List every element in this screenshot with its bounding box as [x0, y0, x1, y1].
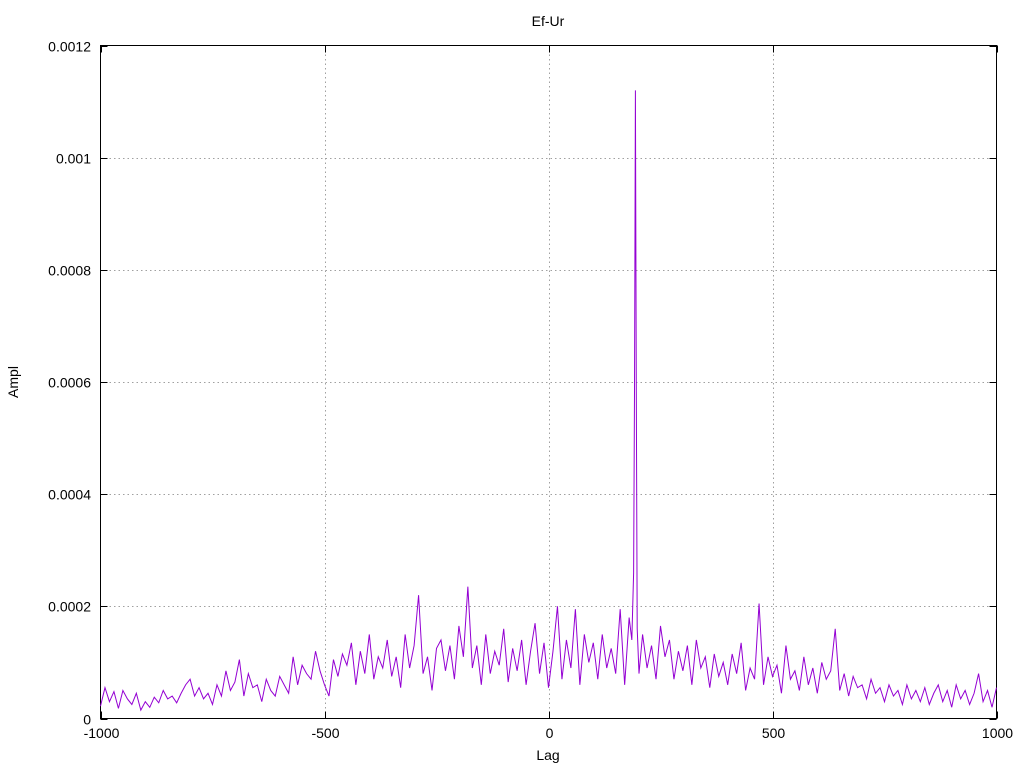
y-tick-label: 0.001	[56, 151, 91, 167]
grid-lines	[100, 45, 997, 719]
x-tick-labels: -1000 -500 0 500 1000	[84, 725, 1014, 741]
x-tick-label: -500	[311, 725, 339, 741]
y-tick-label: 0.0002	[48, 599, 91, 615]
chart: -1000 -500 0 500 1000 00.00020.00040.00060.0…	[5, 13, 1014, 763]
y-tick-label: 0.0004	[48, 487, 91, 503]
y-tick-label: 0.0006	[48, 375, 91, 391]
y-tick-label: 0	[83, 712, 91, 728]
y-tick-label: 0.0008	[48, 263, 91, 279]
y-tick-label: 0.0012	[48, 39, 91, 55]
series-line	[100, 90, 997, 712]
y-axis-label: Ampl	[5, 366, 21, 398]
y-tick-labels: 0 0.0002 0.0004 0.0006 0.0008 0.001 0.0012	[48, 39, 91, 728]
x-axis-label: Lag	[536, 747, 559, 763]
x-tick-label: 1000	[982, 725, 1013, 741]
x-tick-label: 500	[762, 725, 786, 741]
chart-title: Ef-Ur	[532, 13, 565, 29]
x-tick-label: 0	[546, 725, 554, 741]
